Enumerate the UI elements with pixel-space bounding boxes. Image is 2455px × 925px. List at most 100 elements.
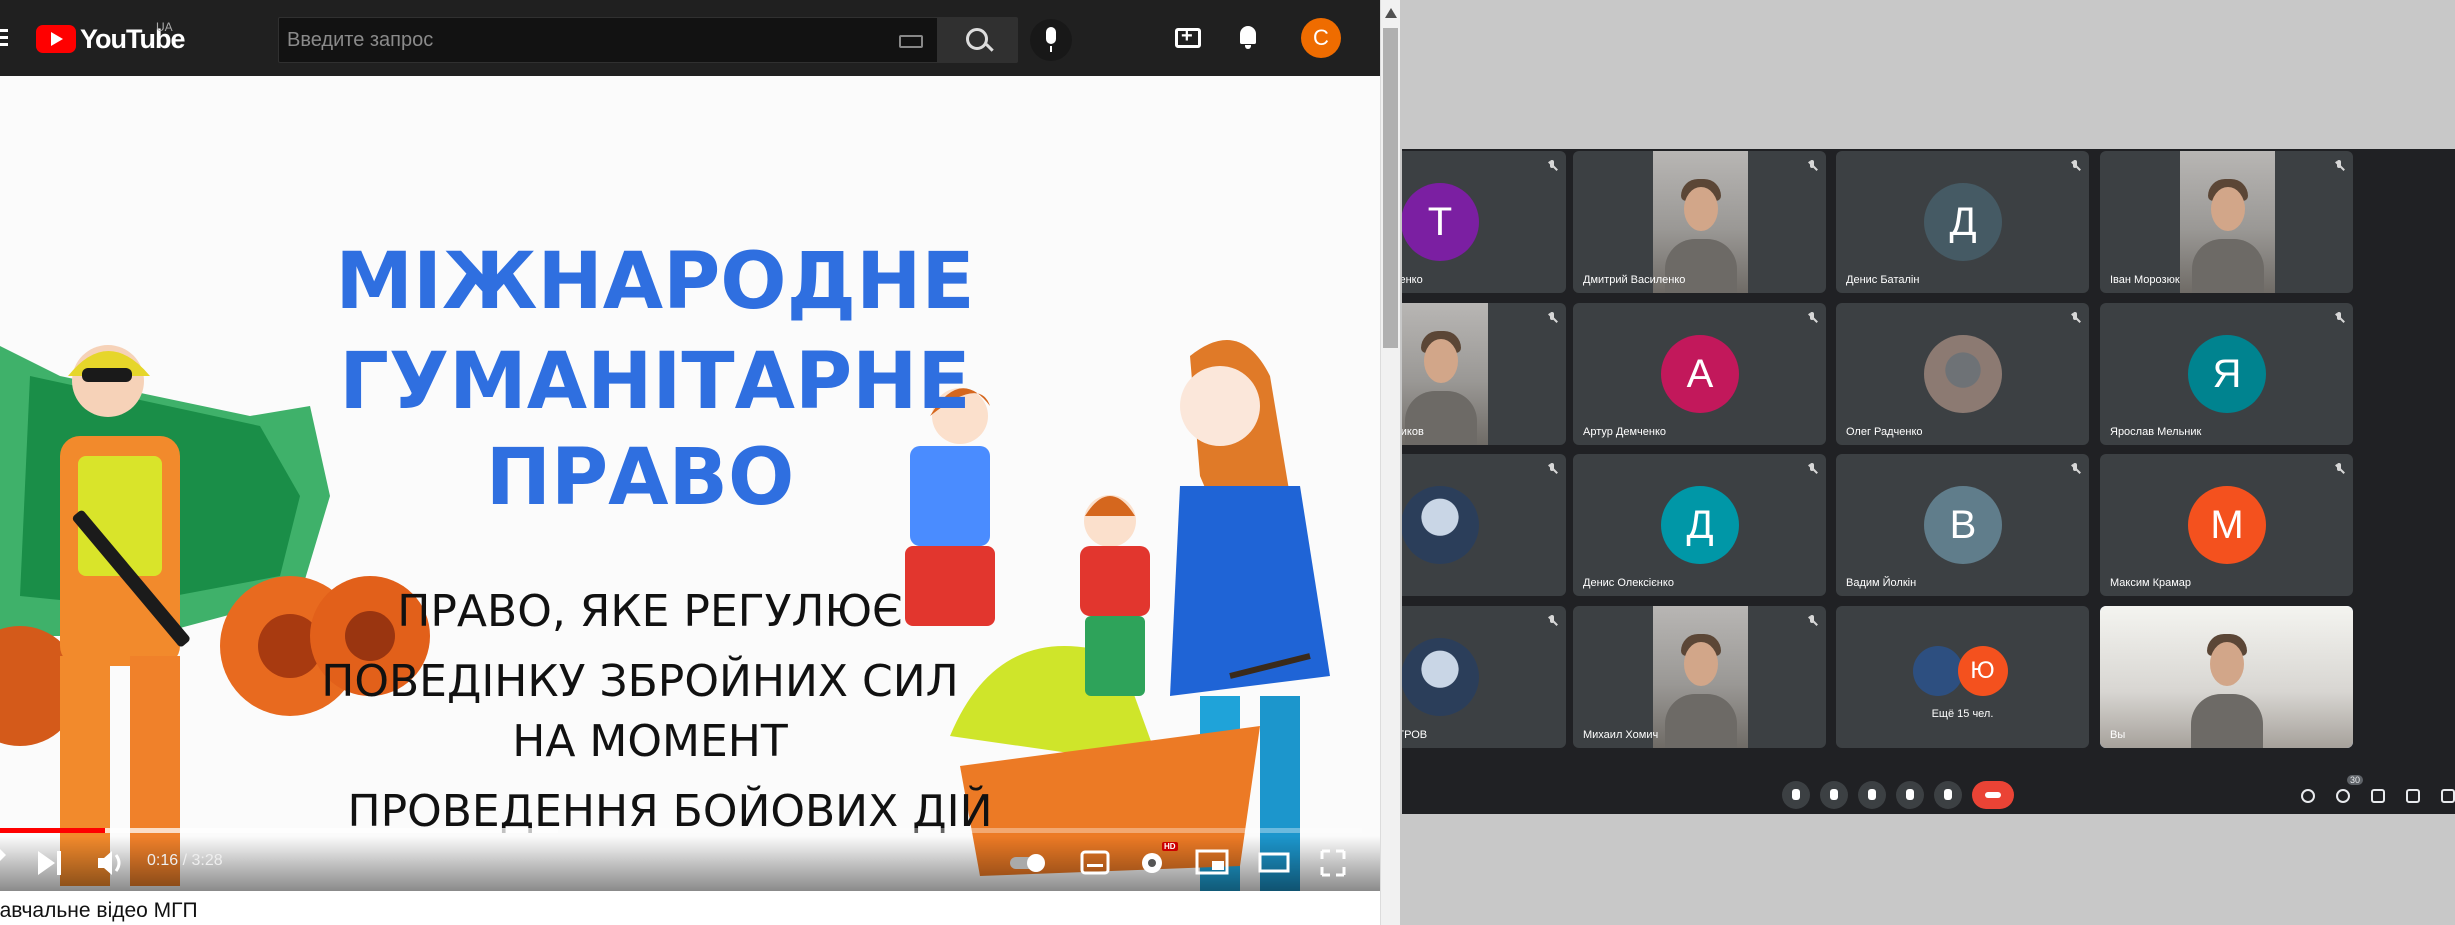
avatar xyxy=(1402,486,1479,564)
video-illustration: МІЖНАРОДНЕ ГУМАНІТАРНЕ ПРАВО ПРАВО, ЯКЕ … xyxy=(0,237,1330,891)
illustration-title-line: ГУМАНІТАРНЕ xyxy=(339,337,970,427)
keyboard-icon[interactable] xyxy=(899,35,923,48)
participant-name: Іван Морозюк xyxy=(2110,274,2180,286)
mic-off-icon xyxy=(2334,312,2345,326)
participant-video xyxy=(2100,606,2353,748)
microphone-icon xyxy=(1792,789,1800,800)
participant-tile[interactable]: Олександр ПЕТРОВ xyxy=(1402,606,1566,748)
mic-off-icon xyxy=(1807,615,1818,629)
people-icon[interactable] xyxy=(2336,789,2350,803)
host-controls-icon[interactable] xyxy=(2441,789,2455,803)
more-participants-tile[interactable]: Ю Ещё 15 чел. xyxy=(1836,606,2089,748)
mic-off-icon xyxy=(1547,615,1558,629)
notifications-icon[interactable] xyxy=(1237,26,1259,49)
more-options-button[interactable] xyxy=(1934,781,1962,809)
participant-name: Саша Масленников xyxy=(1402,426,1424,438)
youtube-header: YouTube UA Введите запрос C xyxy=(0,0,1380,76)
avatar xyxy=(1924,335,2002,413)
chat-icon[interactable] xyxy=(2371,789,2385,803)
video-frame[interactable]: МІЖНАРОДНЕ ГУМАНІТАРНЕ ПРАВО ПРАВО, ЯКЕ … xyxy=(0,76,1380,891)
video-person-face xyxy=(1683,187,1718,231)
participant-tile[interactable]: Олег Радченко xyxy=(1836,303,2089,445)
hand-icon xyxy=(1868,789,1876,800)
subtitles-icon[interactable] xyxy=(1080,850,1110,875)
youtube-play-icon xyxy=(36,25,76,53)
participant-name: Олег Радченко xyxy=(1846,426,1923,438)
region-code: UA xyxy=(156,20,173,34)
participant-name: Максим Крамар xyxy=(2110,577,2192,589)
participant-tile[interactable]: Д Денис Баталін xyxy=(1836,151,2089,293)
participant-name: Денис Баталін xyxy=(1846,274,1920,286)
hd-badge: HD xyxy=(1162,842,1178,851)
account-avatar[interactable]: C xyxy=(1301,18,1341,58)
menu-icon[interactable] xyxy=(0,29,8,47)
create-video-icon[interactable] xyxy=(1175,25,1201,48)
participant-name: Дмитрий Василенко xyxy=(1583,274,1686,286)
child-pants-boy xyxy=(1085,616,1145,696)
video-title[interactable]: навчальне відео МГП xyxy=(0,899,210,925)
participant-name: Артур Демченко xyxy=(1583,426,1667,438)
participant-video xyxy=(1653,606,1748,748)
participant-tile[interactable]: Д Денис Олексієнко xyxy=(1573,454,1826,596)
participant-tile[interactable]: А Артур Демченко xyxy=(1573,303,1826,445)
participant-tile[interactable]: Egor Tretyakov xyxy=(1402,454,1566,596)
meet-toolbar: 30 xyxy=(1402,761,2455,814)
avatar xyxy=(1912,646,1963,696)
participant-tile[interactable]: В Вадим Йолкін xyxy=(1836,454,2089,596)
scrollbar-thumb[interactable] xyxy=(1383,28,1398,348)
self-tile[interactable]: Вы xyxy=(2100,606,2353,748)
participant-tile[interactable]: М Максим Крамар xyxy=(2100,454,2353,596)
voice-search-button[interactable] xyxy=(1030,19,1072,61)
search-input[interactable]: Введите запрос xyxy=(278,17,938,63)
illustration-body-line: ПОВЕДІНКУ ЗБРОЙНИХ СИЛ xyxy=(321,654,959,707)
video-person-face xyxy=(1683,642,1718,686)
avatar: А xyxy=(1661,335,1739,413)
settings-icon[interactable] xyxy=(1142,853,1162,873)
illustration-title-line: МІЖНАРОДНЕ xyxy=(335,237,974,327)
search-button[interactable] xyxy=(938,17,1018,63)
participant-tile[interactable]: Михаил Хомич xyxy=(1573,606,1826,748)
fullscreen-icon[interactable] xyxy=(1320,849,1346,877)
microphone-button[interactable] xyxy=(1782,781,1810,809)
volume-icon[interactable] xyxy=(98,851,121,875)
raise-hand-button[interactable] xyxy=(1858,781,1886,809)
time-display: 0:16 / 3:28 xyxy=(147,852,223,869)
theater-mode-icon[interactable] xyxy=(1258,852,1290,873)
participant-tile[interactable]: Іван Морозюк xyxy=(2100,151,2353,293)
page-scrollbar[interactable] xyxy=(1380,0,1400,925)
participant-tile[interactable]: Т Тимофей Павленко xyxy=(1402,151,1566,293)
scroll-up-arrow[interactable] xyxy=(1385,8,1397,18)
participant-name: Михаил Хомич xyxy=(1583,729,1659,741)
participant-name: Ярослав Мельник xyxy=(2110,426,2202,438)
participant-tile[interactable]: Я Ярослав Мельник xyxy=(2100,303,2353,445)
video-player[interactable]: МІЖНАРОДНЕ ГУМАНІТАРНЕ ПРАВО ПРАВО, ЯКЕ … xyxy=(0,76,1380,891)
child-hair-boy xyxy=(1085,496,1135,516)
youtube-window: YouTube UA Введите запрос C xyxy=(0,0,1400,925)
participant-tile[interactable]: Дмитрий Василенко xyxy=(1573,151,1826,293)
video-person-torso xyxy=(2190,694,2263,748)
activities-icon[interactable] xyxy=(2406,789,2420,803)
mother-dress xyxy=(1170,486,1330,696)
child-skirt-girl xyxy=(905,546,995,626)
leave-call-button[interactable] xyxy=(1972,781,2014,809)
autoplay-toggle[interactable] xyxy=(1010,854,1045,872)
mic-off-icon xyxy=(2334,463,2345,477)
participant-tile[interactable]: Саша Масленников xyxy=(1402,303,1566,445)
mother-head xyxy=(1180,366,1260,446)
camera-button[interactable] xyxy=(1820,781,1848,809)
mic-off-icon xyxy=(1547,312,1558,326)
present-button[interactable] xyxy=(1896,781,1924,809)
miniplayer-icon[interactable] xyxy=(1195,849,1229,875)
video-person-face xyxy=(1423,339,1458,383)
prev-icon xyxy=(0,849,6,861)
microphone-icon xyxy=(1046,27,1056,44)
video-person-face xyxy=(2210,187,2245,231)
meeting-info-icon[interactable] xyxy=(2301,789,2315,803)
progress-bar[interactable] xyxy=(0,828,1362,833)
soldier-glasses xyxy=(82,368,132,382)
avatar: Я xyxy=(2188,335,2266,413)
present-icon xyxy=(1906,789,1914,800)
participant-video xyxy=(1402,303,1488,445)
illustration-title-line: ПРАВО xyxy=(486,433,795,523)
next-icon[interactable] xyxy=(38,851,61,875)
